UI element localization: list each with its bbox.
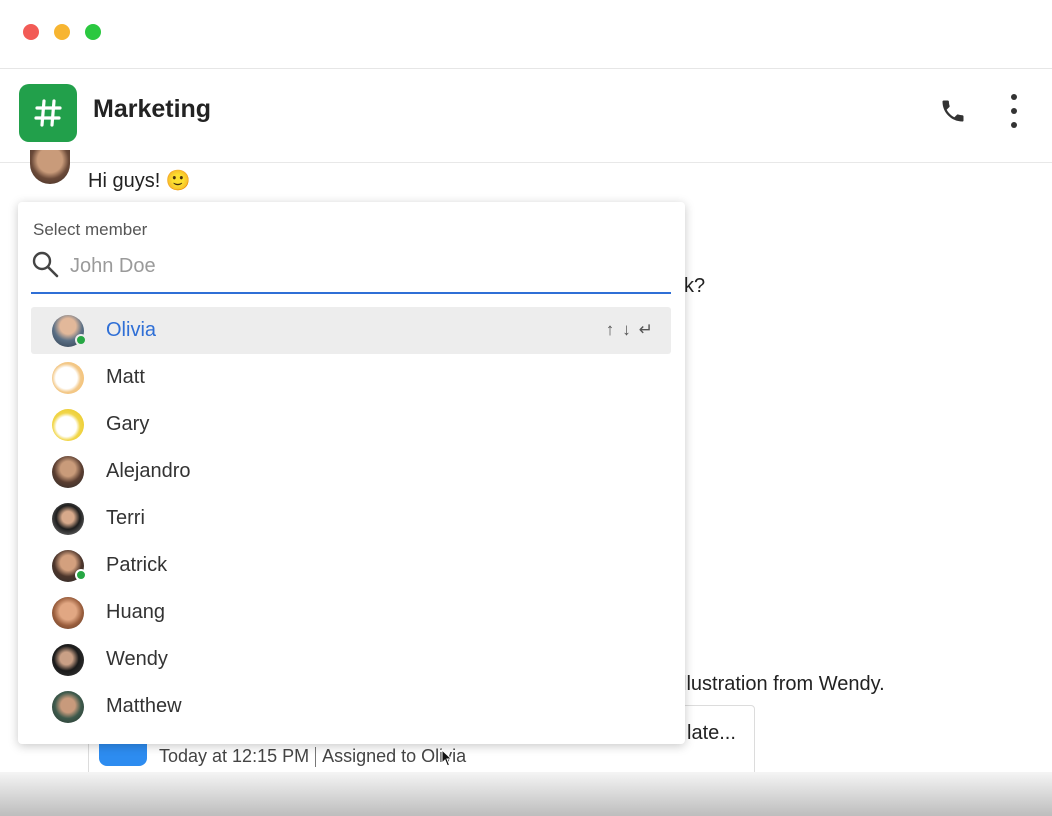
dot	[1011, 94, 1017, 100]
avatar	[52, 409, 84, 441]
search-underline	[31, 292, 671, 294]
arrow-up-icon: ↑	[605, 320, 615, 339]
popup-label: Select member	[33, 220, 148, 239]
dot	[1011, 108, 1017, 114]
title-bar	[0, 0, 1052, 69]
member-name: Matt	[106, 366, 145, 388]
member-item-huang[interactable]: Huang	[31, 589, 671, 636]
message-text-fragment: llustration from Wendy.	[682, 673, 885, 695]
task-title: late...	[687, 722, 736, 744]
divider	[315, 747, 317, 768]
dot	[1011, 122, 1017, 128]
member-name: Olivia	[106, 319, 157, 341]
member-name: Terri	[106, 507, 145, 529]
bottom-bar	[0, 772, 1052, 816]
member-item-matthew[interactable]: Matthew	[31, 683, 671, 730]
task-meta: Today at 12:15 PM Assigned to Olivia	[159, 746, 466, 768]
minimize-window-button[interactable]	[54, 24, 70, 40]
more-options-button[interactable]	[1000, 94, 1028, 128]
avatar	[52, 644, 84, 676]
member-item-alejandro[interactable]: Alejandro	[31, 448, 671, 495]
avatar	[52, 503, 84, 535]
avatar	[52, 597, 84, 629]
member-item-wendy[interactable]: Wendy	[31, 636, 671, 683]
channel-header: Marketing	[0, 69, 1052, 163]
member-item-olivia[interactable]: Olivia ↑ ↓ ↵	[31, 307, 671, 354]
member-item-patrick[interactable]: Patrick	[31, 542, 671, 589]
member-list: Olivia ↑ ↓ ↵ Matt Gary Alejandro Terri P…	[31, 307, 671, 730]
member-name: Patrick	[106, 554, 168, 576]
avatar	[52, 362, 84, 394]
member-name: Alejandro	[106, 460, 191, 482]
member-item-matt[interactable]: Matt	[31, 354, 671, 401]
search-icon	[32, 251, 59, 278]
online-status-dot	[75, 334, 87, 346]
message-avatar[interactable]	[30, 150, 70, 184]
select-member-popup: Select member Olivia ↑ ↓ ↵ Matt	[18, 202, 685, 744]
arrow-down-icon: ↓	[622, 320, 631, 339]
member-item-terri[interactable]: Terri	[31, 495, 671, 542]
channel-title: Marketing	[93, 95, 212, 123]
online-status-dot	[75, 569, 87, 581]
phone-icon	[942, 100, 964, 122]
avatar	[52, 456, 84, 488]
member-item-gary[interactable]: Gary	[31, 401, 671, 448]
app-window: Marketing Hi guys! 🙂 k? llustration from…	[0, 0, 1052, 816]
message-text: Hi guys! 🙂	[88, 170, 191, 192]
call-button[interactable]	[938, 96, 968, 126]
enter-icon: ↵	[638, 320, 653, 339]
member-search-input[interactable]	[68, 250, 652, 282]
mouse-pointer-icon	[441, 749, 453, 767]
member-name: Gary	[106, 413, 150, 435]
keyboard-hints: ↑ ↓ ↵	[606, 320, 653, 340]
member-name: Wendy	[106, 648, 168, 670]
task-time: Today at 12:15 PM	[159, 746, 310, 766]
message-text-fragment: k?	[684, 275, 706, 297]
member-name: Huang	[106, 601, 165, 623]
hash-icon	[19, 84, 77, 142]
maximize-window-button[interactable]	[85, 24, 101, 40]
avatar	[52, 691, 84, 723]
member-name: Matthew	[106, 695, 182, 717]
close-window-button[interactable]	[23, 24, 39, 40]
